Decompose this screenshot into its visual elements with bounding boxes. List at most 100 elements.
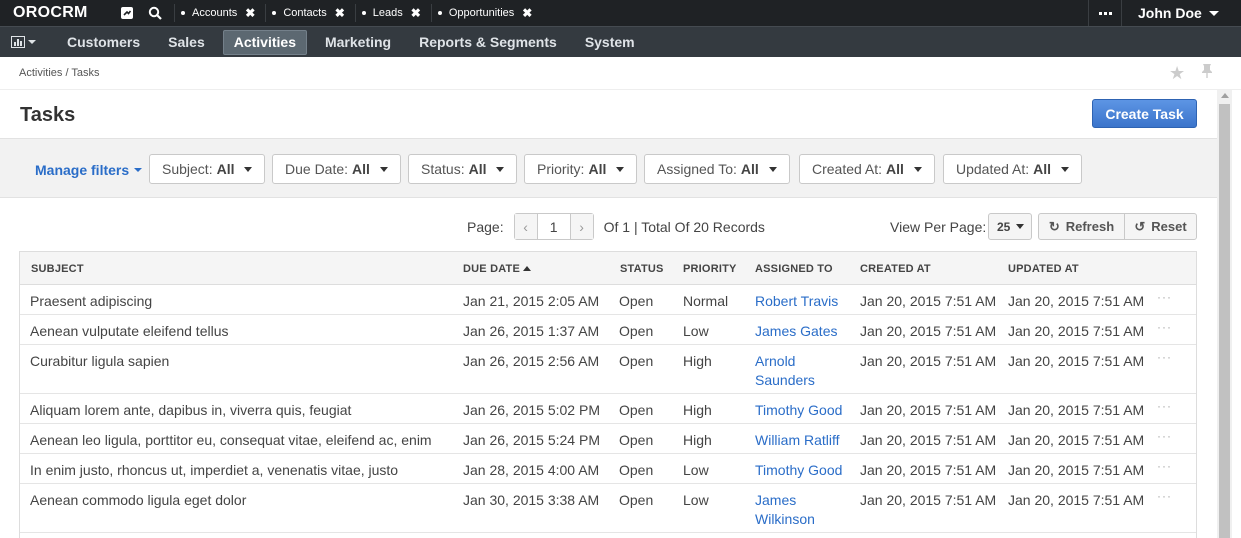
row-actions-icon[interactable]: ··· bbox=[1157, 459, 1172, 473]
assigned-name-line[interactable]: Wilkinson bbox=[755, 510, 815, 529]
assigned-name-line[interactable]: Arnold bbox=[755, 352, 815, 371]
more-menu-icon[interactable] bbox=[1088, 0, 1121, 26]
cell-due-date: Jan 26, 2015 2:56 AM bbox=[463, 353, 600, 369]
column-header-updated-at[interactable]: UPDATED AT bbox=[1008, 263, 1079, 275]
cell-assigned-to[interactable]: Timothy Good bbox=[755, 461, 842, 480]
search-icon[interactable] bbox=[144, 0, 166, 26]
table-row[interactable]: Curabitur ligula sapien Jan 26, 2015 2:56… bbox=[20, 345, 1196, 394]
chevron-right-icon[interactable]: › bbox=[570, 214, 593, 239]
cell-updated-at: Jan 20, 2015 7:51 AM bbox=[1008, 462, 1145, 478]
filter-label: Updated At: bbox=[956, 161, 1030, 177]
page-scrollbar[interactable] bbox=[1217, 90, 1232, 538]
nav-marketing[interactable]: Marketing bbox=[315, 30, 401, 55]
column-header-created-at[interactable]: CREATED AT bbox=[860, 263, 931, 275]
assigned-name-line[interactable]: William Ratliff bbox=[755, 431, 840, 450]
row-actions-icon[interactable]: ··· bbox=[1157, 399, 1172, 413]
pinned-tab-label: Opportunities bbox=[448, 7, 515, 19]
cell-assigned-to[interactable]: Timothy Good bbox=[755, 401, 842, 420]
table-row[interactable]: Aliquam lorem ante, dapibus in, viverra … bbox=[20, 394, 1196, 424]
row-actions-icon[interactable]: ··· bbox=[1157, 290, 1172, 304]
nav-system[interactable]: System bbox=[575, 30, 645, 55]
filter-assigned-to[interactable]: Assigned To: All bbox=[644, 154, 790, 184]
cell-due-date: Jan 28, 2015 4:00 AM bbox=[463, 462, 600, 478]
cell-assigned-to[interactable]: James Wilkinson bbox=[755, 491, 815, 529]
cell-assigned-to[interactable]: Arnold Saunders bbox=[755, 352, 815, 390]
star-icon[interactable]: ★ bbox=[1169, 63, 1185, 84]
chevron-down-icon bbox=[27, 40, 36, 44]
dashboard-menu[interactable] bbox=[0, 27, 46, 58]
cell-assigned-to[interactable]: James Gates bbox=[755, 322, 837, 341]
pinned-tab-leads[interactable]: Leads ✖ bbox=[354, 4, 429, 22]
row-actions-icon[interactable]: ··· bbox=[1157, 489, 1172, 503]
refresh-button[interactable]: ↻ Refresh bbox=[1038, 213, 1125, 240]
filter-priority[interactable]: Priority: All bbox=[524, 154, 638, 184]
table-row[interactable]: In enim justo, rhoncus ut, imperdiet a, … bbox=[20, 454, 1196, 484]
cell-assigned-to[interactable]: Robert Travis bbox=[755, 292, 838, 311]
close-icon[interactable]: ✖ bbox=[245, 6, 255, 20]
nav-customers[interactable]: Customers bbox=[57, 30, 150, 55]
scrollbar-thumb[interactable] bbox=[1219, 104, 1230, 538]
row-actions-icon[interactable]: ··· bbox=[1157, 320, 1172, 334]
dot-icon bbox=[437, 11, 442, 15]
cell-subject: Aenean leo ligula, porttitor eu, consequ… bbox=[30, 432, 432, 448]
close-icon[interactable]: ✖ bbox=[522, 6, 532, 20]
column-header-assigned-to[interactable]: ASSIGNED TO bbox=[755, 263, 833, 275]
filter-updated-at[interactable]: Updated At: All bbox=[943, 154, 1083, 184]
cell-due-date: Jan 26, 2015 5:02 PM bbox=[463, 402, 600, 418]
table-row[interactable]: Aenean commodo ligula eget dolor Jan 30, … bbox=[20, 484, 1196, 533]
cell-status: Open bbox=[619, 432, 654, 448]
table-row[interactable]: Aenean vulputate eleifend tellus Jan 26, … bbox=[20, 315, 1196, 345]
filter-value: All bbox=[740, 161, 759, 177]
sort-ascending-icon bbox=[523, 266, 532, 271]
cell-subject: Aliquam lorem ante, dapibus in, viverra … bbox=[30, 402, 352, 418]
per-page-select[interactable]: 25 bbox=[988, 213, 1032, 240]
column-header-status[interactable]: STATUS bbox=[620, 263, 664, 275]
row-actions-icon[interactable]: ··· bbox=[1157, 429, 1172, 443]
close-icon[interactable]: ✖ bbox=[335, 6, 345, 20]
table-row[interactable]: Praesent adipiscing Jan 21, 2015 2:05 AM O… bbox=[20, 285, 1196, 315]
filter-created-at[interactable]: Created At: All bbox=[799, 154, 935, 184]
scroll-up-icon[interactable] bbox=[1221, 93, 1229, 98]
filter-value: All bbox=[1033, 161, 1052, 177]
table-row[interactable]: Aenean leo ligula, porttitor eu, consequ… bbox=[20, 424, 1196, 454]
cell-priority: Low bbox=[683, 492, 709, 508]
pin-icon[interactable] bbox=[1200, 63, 1214, 82]
column-header-priority[interactable]: PRIORITY bbox=[683, 263, 737, 275]
close-icon[interactable]: ✖ bbox=[411, 6, 421, 20]
user-menu[interactable]: John Doe bbox=[1121, 0, 1241, 26]
create-task-button[interactable]: Create Task bbox=[1092, 99, 1197, 128]
cell-status: Open bbox=[619, 462, 654, 478]
assigned-name-line[interactable]: James bbox=[755, 491, 815, 510]
filter-status[interactable]: Status: All bbox=[408, 154, 518, 184]
column-header-subject[interactable]: SUBJECT bbox=[31, 263, 84, 275]
pinned-tab-contacts[interactable]: Contacts ✖ bbox=[265, 4, 352, 22]
chevron-left-icon[interactable]: ‹ bbox=[514, 214, 537, 239]
filter-subject[interactable]: Subject: All bbox=[149, 154, 266, 184]
reset-button[interactable]: ↺ Reset bbox=[1124, 213, 1197, 240]
pinned-tab-label: Leads bbox=[372, 7, 403, 19]
pinned-tab-opportunities[interactable]: Opportunities ✖ bbox=[430, 4, 541, 22]
assigned-name-line[interactable]: Timothy Good bbox=[755, 461, 842, 480]
assigned-name-line[interactable]: James Gates bbox=[755, 322, 837, 341]
cell-assigned-to[interactable]: William Ratliff bbox=[755, 431, 840, 450]
page-number-input[interactable]: 1 bbox=[536, 214, 571, 239]
assigned-name-line[interactable]: Saunders bbox=[755, 371, 815, 390]
cell-created-at: Jan 20, 2015 7:51 AM bbox=[860, 492, 997, 508]
filter-value: All bbox=[588, 161, 607, 177]
cell-due-date: Jan 26, 2015 5:24 PM bbox=[463, 432, 600, 448]
column-header-due-date[interactable]: DUE DATE bbox=[463, 263, 532, 275]
row-actions-icon[interactable]: ··· bbox=[1157, 350, 1172, 364]
app-logo[interactable]: OROCRM bbox=[0, 0, 110, 26]
pinned-tab-accounts[interactable]: Accounts ✖ bbox=[174, 4, 263, 22]
nav-sales[interactable]: Sales bbox=[158, 30, 215, 55]
history-icon[interactable] bbox=[116, 0, 138, 26]
filter-label: Subject: bbox=[162, 161, 213, 177]
assigned-name-line[interactable]: Robert Travis bbox=[755, 292, 838, 311]
cell-updated-at: Jan 20, 2015 7:51 AM bbox=[1008, 293, 1145, 309]
pagination: Page: ‹ 1 › Of 1 | Total Of 20 Records bbox=[467, 213, 765, 240]
nav-activities[interactable]: Activities bbox=[222, 29, 307, 55]
assigned-name-line[interactable]: Timothy Good bbox=[755, 401, 842, 420]
filter-due-date[interactable]: Due Date: All bbox=[272, 154, 401, 184]
nav-reports-segments[interactable]: Reports & Segments bbox=[409, 30, 567, 55]
manage-filters-button[interactable]: Manage filters bbox=[35, 162, 143, 178]
